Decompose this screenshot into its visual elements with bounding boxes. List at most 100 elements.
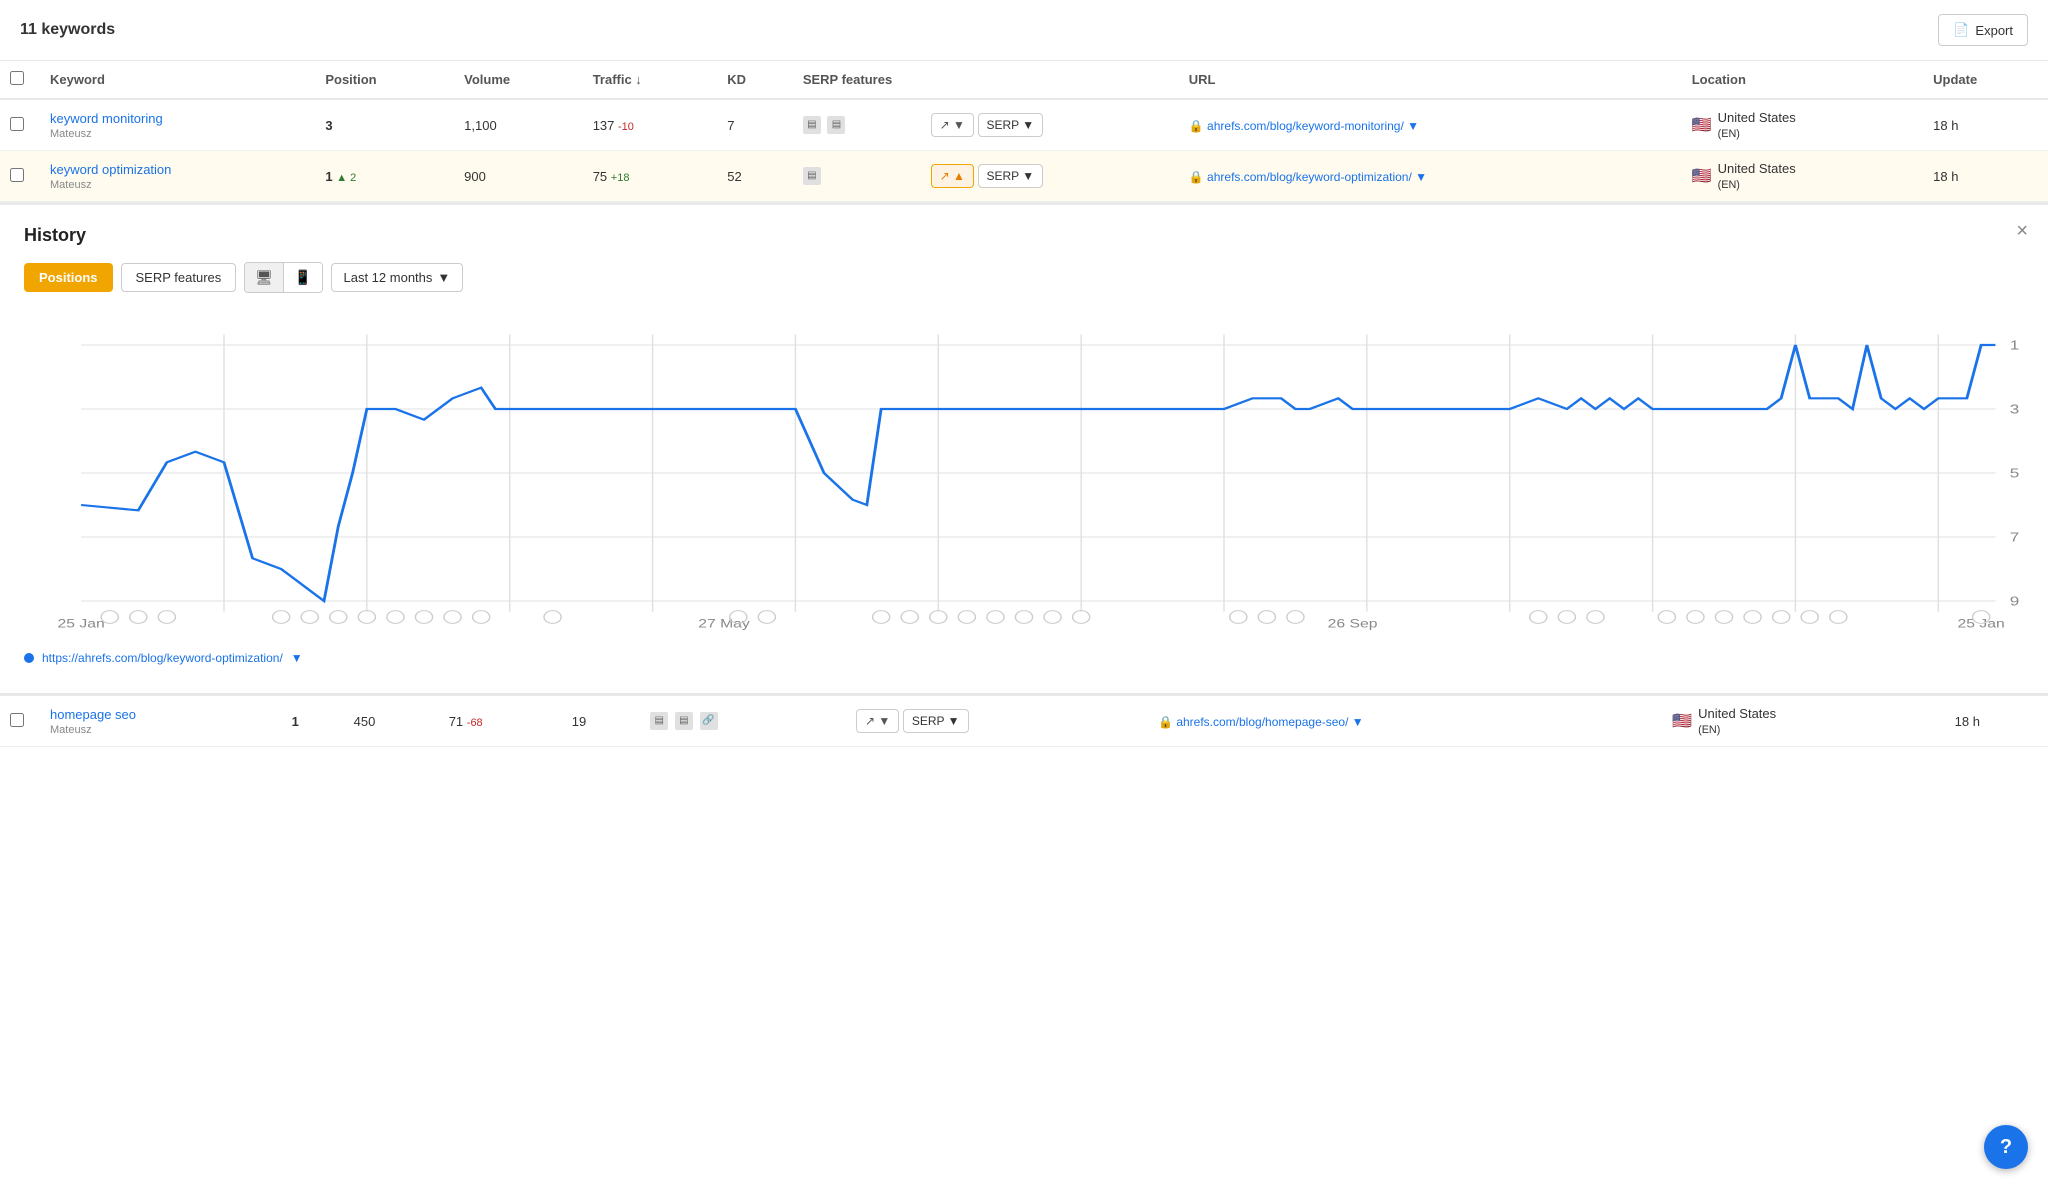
flag-icon: 🇺🇸 (1692, 115, 1712, 135)
location-cell-bottom: 🇺🇸 United States(EN) (1662, 696, 1945, 747)
location-cell-2: 🇺🇸 United States(EN) (1682, 151, 1923, 202)
traffic-value-2: 75 (593, 169, 607, 184)
url-cell-2: 🔒 ahrefs.com/blog/keyword-optimization/ … (1179, 151, 1682, 202)
page-wrapper: 11 keywords 📄 Export Keyword Position Vo… (0, 0, 2048, 1189)
keyword-author-bottom: Mateusz (50, 724, 272, 736)
url-value-bottom: 🔒 ahrefs.com/blog/homepage-seo/ ▼ (1158, 715, 1364, 729)
col-url: URL (1179, 61, 1682, 99)
traffic-change-2: +18 (611, 172, 630, 184)
update-cell-2: 18 h (1923, 151, 2048, 202)
tab-serp-features[interactable]: SERP features (121, 263, 237, 292)
url-cell-bottom: 🔒 ahrefs.com/blog/homepage-seo/ ▼ (1148, 696, 1662, 747)
kd-cell-2: 52 (717, 151, 793, 202)
keyword-cell-2: keyword optimization Mateusz (40, 151, 315, 202)
svg-text:1: 1 (2010, 338, 2020, 352)
chart-legend: https://ahrefs.com/blog/keyword-optimiza… (24, 643, 2024, 673)
graph-button[interactable]: ↗ ▼ (931, 113, 974, 137)
graph-button-active[interactable]: ↗ ▲ (931, 164, 974, 188)
keywords-table: Keyword Position Volume Traffic ↓ KD SER… (0, 61, 2048, 202)
serp-icon-1: ▤ (803, 116, 821, 134)
volume-cell-2: 900 (454, 151, 583, 202)
keyword-link[interactable]: keyword monitoring (50, 111, 163, 126)
location-name: United States(EN) (1718, 110, 1796, 140)
serp-icon-bottom-3: 🔗 (700, 712, 718, 730)
history-title: History (24, 225, 2024, 246)
col-position: Position (315, 61, 454, 99)
keywords-count: 11 keywords (20, 21, 115, 39)
select-all-checkbox[interactable] (10, 71, 24, 85)
position-value-bottom: 1 (292, 714, 299, 729)
keyword-link-bottom[interactable]: homepage seo (50, 707, 136, 722)
graph-btn-cell-2: ↗ ▲ SERP ▼ (921, 151, 1179, 202)
help-button[interactable]: ? (1984, 1125, 2028, 1169)
keyword-link-2[interactable]: keyword optimization (50, 162, 171, 177)
serp-button-bottom[interactable]: SERP ▼ (903, 709, 969, 733)
position-cell-2: 1 ▲ 2 (315, 151, 454, 202)
history-panel: × History Positions SERP features 🖥 📱 La… (0, 202, 2048, 696)
history-controls: Positions SERP features 🖥 📱 Last 12 mont… (24, 262, 2024, 293)
legend-dot (24, 653, 34, 663)
traffic-change-bottom: -68 (467, 717, 483, 729)
url-value-2: 🔒 ahrefs.com/blog/keyword-optimization/ … (1189, 170, 1427, 184)
table-row: keyword monitoring Mateusz 3 1,100 137 -… (0, 99, 2048, 151)
col-volume: Volume (454, 61, 583, 99)
svg-text:3: 3 (2010, 402, 2020, 416)
traffic-value-bottom: 71 (449, 714, 463, 729)
chart-svg: .grid-line { stroke: #e0e0e0; stroke-wid… (24, 313, 2024, 633)
row-checkbox-bottom[interactable] (10, 713, 24, 727)
position-cell-bottom: 1 (282, 696, 344, 747)
keyword-author: Mateusz (50, 128, 305, 140)
keyword-author-2: Mateusz (50, 179, 305, 191)
url-link-bottom[interactable]: ahrefs.com/blog/homepage-seo/ (1176, 715, 1348, 729)
table-row-active: keyword optimization Mateusz 1 ▲ 2 900 7… (0, 151, 2048, 202)
serp-button-2[interactable]: SERP ▼ (978, 164, 1044, 188)
dropdown-icon: ▼ (437, 270, 450, 285)
flag-icon-2: 🇺🇸 (1692, 166, 1712, 186)
chart-container: .grid-line { stroke: #e0e0e0; stroke-wid… (24, 313, 2024, 633)
update-cell-bottom: 18 h (1945, 696, 2048, 747)
col-keyword: Keyword (40, 61, 315, 99)
graph-btn-cell-bottom: ↗ ▼ SERP ▼ (846, 696, 1148, 747)
date-range-label: Last 12 months (344, 270, 433, 285)
graph-button-bottom[interactable]: ↗ ▼ (856, 709, 899, 733)
serp-icons-cell: ▤ ▤ (793, 99, 921, 151)
row-checkbox-2[interactable] (10, 168, 24, 182)
url-link-2[interactable]: ahrefs.com/blog/keyword-optimization/ (1207, 170, 1412, 184)
position-value: 3 (325, 118, 332, 133)
keyword-cell: keyword monitoring Mateusz (40, 99, 315, 151)
export-button[interactable]: 📄 Export (1938, 14, 2028, 46)
col-serp: SERP features (793, 61, 1179, 99)
location-name-bottom: United States(EN) (1698, 706, 1776, 736)
row-checkbox[interactable] (10, 117, 24, 131)
position-value-2: 1 (325, 169, 332, 184)
close-button[interactable]: × (2016, 221, 2028, 241)
traffic-value: 137 (593, 118, 615, 133)
table-row-bottom: homepage seo Mateusz 1 450 71 -68 19 ▤ ▤… (0, 696, 2048, 747)
location-cell: 🇺🇸 United States(EN) (1682, 99, 1923, 151)
position-change-2: ▲ 2 (336, 172, 356, 184)
table-header: 11 keywords 📄 Export (0, 0, 2048, 61)
col-kd: KD (717, 61, 793, 99)
keywords-table-bottom: homepage seo Mateusz 1 450 71 -68 19 ▤ ▤… (0, 696, 2048, 747)
url-link[interactable]: ahrefs.com/blog/keyword-monitoring/ (1207, 119, 1404, 133)
mobile-btn[interactable]: 📱 (283, 263, 321, 292)
export-label: Export (1975, 23, 2013, 38)
svg-text:26 Sep: 26 Sep (1328, 617, 1378, 631)
svg-text:7: 7 (2010, 530, 2020, 544)
tab-positions[interactable]: Positions (24, 263, 113, 292)
kd-cell-bottom: 19 (562, 696, 641, 747)
date-range-button[interactable]: Last 12 months ▼ (331, 263, 464, 292)
svg-text:27 May: 27 May (698, 617, 750, 631)
col-update: Update (1923, 61, 2048, 99)
desktop-btn[interactable]: 🖥 (245, 263, 283, 292)
serp-icon-2: ▤ (827, 116, 845, 134)
location-name-2: United States(EN) (1718, 161, 1796, 191)
legend-dropdown[interactable]: ▼ (291, 651, 303, 665)
serp-icon-bottom-2: ▤ (675, 712, 693, 730)
traffic-cell: 137 -10 (583, 99, 718, 151)
serp-icons-cell-bottom: ▤ ▤ 🔗 (640, 696, 846, 747)
svg-text:5: 5 (2010, 466, 2020, 480)
table-header-row: Keyword Position Volume Traffic ↓ KD SER… (0, 61, 2048, 99)
legend-url[interactable]: https://ahrefs.com/blog/keyword-optimiza… (42, 651, 283, 665)
serp-button[interactable]: SERP ▼ (978, 113, 1044, 137)
